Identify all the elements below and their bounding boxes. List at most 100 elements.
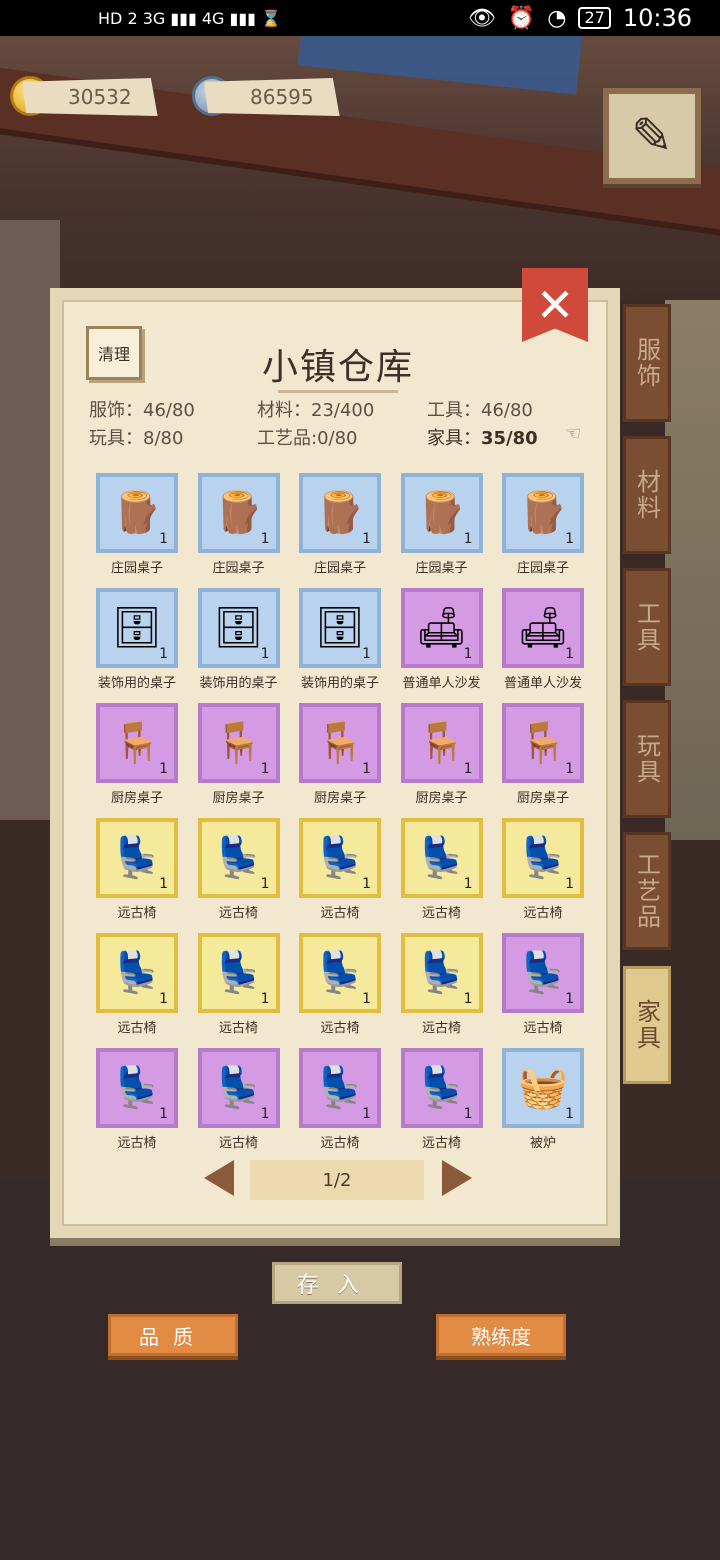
right-shelf bbox=[665, 300, 720, 840]
tab-toys[interactable]: 玩具 bbox=[623, 700, 671, 818]
item-quantity: 1 bbox=[463, 876, 473, 892]
item-slot[interactable]: 💺 1 bbox=[400, 818, 483, 898]
item-quantity: 1 bbox=[260, 991, 270, 1007]
ancient-chair-icon: 💺 bbox=[315, 1065, 365, 1111]
item-quantity: 1 bbox=[565, 646, 574, 662]
item-slot[interactable]: 🛋 1 bbox=[400, 588, 483, 668]
inventory-item[interactable]: 💺 1 远古椅 bbox=[502, 818, 584, 921]
item-name: 庄园桌子 bbox=[313, 561, 366, 576]
tab-materials[interactable]: 材料 bbox=[623, 436, 671, 554]
item-slot[interactable]: 🗄 1 bbox=[197, 588, 280, 668]
item-slot[interactable]: 🪵 1 bbox=[502, 473, 584, 553]
tab-tools[interactable]: 工具 bbox=[623, 568, 671, 686]
map-button[interactable]: ✎ bbox=[603, 88, 701, 184]
inventory-item[interactable]: 🪑 1 厨房桌子 bbox=[96, 703, 178, 806]
tab-crafts[interactable]: 工艺品 bbox=[623, 832, 671, 950]
inventory-item[interactable]: 🪑 1 厨房桌子 bbox=[197, 703, 280, 806]
inventory-item[interactable]: 💺 1 远古椅 bbox=[96, 933, 178, 1036]
item-slot[interactable]: 🪵 1 bbox=[299, 473, 381, 553]
item-slot[interactable]: 💺 1 bbox=[197, 933, 280, 1013]
item-slot[interactable]: 💺 1 bbox=[197, 818, 280, 898]
round-table-icon: 🪵 bbox=[518, 490, 568, 536]
item-slot[interactable]: 🧺 1 bbox=[502, 1048, 584, 1128]
item-quantity: 1 bbox=[260, 531, 270, 547]
inventory-item[interactable]: 🪵 1 庄园桌子 bbox=[299, 473, 381, 576]
item-slot[interactable]: 🗄 1 bbox=[96, 588, 178, 668]
inventory-item[interactable]: 🪵 1 庄园桌子 bbox=[502, 473, 584, 576]
ancient-chair-icon: 💺 bbox=[315, 835, 365, 881]
pointing-hand-icon[interactable]: ☜ bbox=[565, 423, 581, 444]
clear-button[interactable]: 清理 bbox=[86, 326, 142, 380]
next-page-button[interactable] bbox=[442, 1160, 472, 1196]
inventory-item[interactable]: 🗄 1 装饰用的桌子 bbox=[299, 588, 381, 691]
item-slot[interactable]: 💺 1 bbox=[299, 933, 381, 1013]
item-slot[interactable]: 🪑 1 bbox=[96, 703, 178, 783]
item-slot[interactable]: 🪵 1 bbox=[197, 473, 280, 553]
inventory-item[interactable]: 💺 1 远古椅 bbox=[299, 818, 381, 921]
gold-amount: 30532 bbox=[22, 78, 158, 116]
item-name: 普通单人沙发 bbox=[503, 676, 582, 691]
ancient-chair-icon: 💺 bbox=[416, 835, 467, 881]
inventory-item[interactable]: 🗄 1 装饰用的桌子 bbox=[197, 588, 280, 691]
inventory-item[interactable]: 💺 1 远古椅 bbox=[400, 818, 483, 921]
item-slot[interactable]: 💺 1 bbox=[299, 1048, 381, 1128]
item-slot[interactable]: 🪑 1 bbox=[502, 703, 584, 783]
item-name: 远古椅 bbox=[117, 1136, 157, 1151]
item-name: 厨房桌子 bbox=[313, 791, 366, 806]
inventory-item[interactable]: 💺 1 远古椅 bbox=[299, 1048, 381, 1151]
inventory-item[interactable]: 💺 1 远古椅 bbox=[197, 1048, 280, 1151]
inventory-item[interactable]: 🪑 1 厨房桌子 bbox=[299, 703, 381, 806]
item-slot[interactable]: 💺 1 bbox=[400, 933, 483, 1013]
item-slot[interactable]: 💺 1 bbox=[197, 1048, 280, 1128]
item-slot[interactable]: 💺 1 bbox=[299, 818, 381, 898]
inventory-item[interactable]: 💺 1 远古椅 bbox=[502, 933, 584, 1036]
item-slot[interactable]: 💺 1 bbox=[502, 818, 584, 898]
item-slot[interactable]: 💺 1 bbox=[400, 1048, 483, 1128]
inventory-item[interactable]: 🪑 1 厨房桌子 bbox=[400, 703, 483, 806]
item-quantity: 1 bbox=[463, 1106, 473, 1122]
store-button[interactable]: 存入 bbox=[272, 1262, 402, 1304]
item-slot[interactable]: 💺 1 bbox=[96, 1048, 178, 1128]
stat-crafts: 工艺品:0/80 bbox=[257, 428, 358, 449]
ancient-chair-icon: 💺 bbox=[315, 950, 365, 996]
inventory-item[interactable]: 💺 1 远古椅 bbox=[400, 1048, 483, 1151]
item-slot[interactable]: 🪑 1 bbox=[197, 703, 280, 783]
tab-clothing[interactable]: 服饰 bbox=[623, 304, 671, 422]
item-slot[interactable]: 💺 1 bbox=[96, 818, 178, 898]
sort-quality-button[interactable]: 品质 bbox=[108, 1314, 238, 1356]
item-quantity: 1 bbox=[260, 646, 270, 662]
inventory-item[interactable]: 💺 1 远古椅 bbox=[197, 933, 280, 1036]
inventory-item[interactable]: 💺 1 远古椅 bbox=[96, 1048, 178, 1151]
item-name: 远古椅 bbox=[218, 906, 258, 921]
inventory-item[interactable]: 🪵 1 庄园桌子 bbox=[197, 473, 280, 576]
item-slot[interactable]: 🗄 1 bbox=[299, 588, 381, 668]
inventory-item[interactable]: 💺 1 远古椅 bbox=[299, 933, 381, 1036]
item-quantity: 1 bbox=[362, 876, 371, 892]
inventory-item[interactable]: 🪵 1 庄园桌子 bbox=[400, 473, 483, 576]
inventory-item[interactable]: 💺 1 远古椅 bbox=[96, 818, 178, 921]
item-slot[interactable]: 🛋 1 bbox=[502, 588, 584, 668]
map-icon: ✎ bbox=[631, 107, 673, 165]
tab-furniture[interactable]: 家具 bbox=[623, 966, 671, 1084]
inventory-item[interactable]: 🪵 1 庄园桌子 bbox=[96, 473, 178, 576]
item-quantity: 1 bbox=[362, 991, 371, 1007]
sort-proficiency-button[interactable]: 熟练度 bbox=[436, 1314, 566, 1356]
inventory-item[interactable]: 🛋 1 普通单人沙发 bbox=[502, 588, 584, 691]
inventory-item[interactable]: 💺 1 远古椅 bbox=[197, 818, 280, 921]
prev-page-button[interactable] bbox=[204, 1160, 234, 1196]
item-slot[interactable]: 🪵 1 bbox=[400, 473, 483, 553]
item-slot[interactable]: 🪑 1 bbox=[400, 703, 483, 783]
item-name: 远古椅 bbox=[320, 906, 360, 921]
inventory-item[interactable]: 💺 1 远古椅 bbox=[400, 933, 483, 1036]
item-slot[interactable]: 🪑 1 bbox=[299, 703, 381, 783]
inventory-item[interactable]: 🧺 1 被炉 bbox=[502, 1048, 584, 1151]
desk-icon: 🗄 bbox=[213, 605, 264, 651]
item-quantity: 1 bbox=[159, 646, 168, 662]
item-quantity: 1 bbox=[463, 761, 473, 777]
item-slot[interactable]: 💺 1 bbox=[502, 933, 584, 1013]
inventory-item[interactable]: 🛋 1 普通单人沙发 bbox=[400, 588, 483, 691]
inventory-item[interactable]: 🪑 1 厨房桌子 bbox=[502, 703, 584, 806]
inventory-item[interactable]: 🗄 1 装饰用的桌子 bbox=[96, 588, 178, 691]
item-slot[interactable]: 💺 1 bbox=[96, 933, 178, 1013]
item-slot[interactable]: 🪵 1 bbox=[96, 473, 178, 553]
